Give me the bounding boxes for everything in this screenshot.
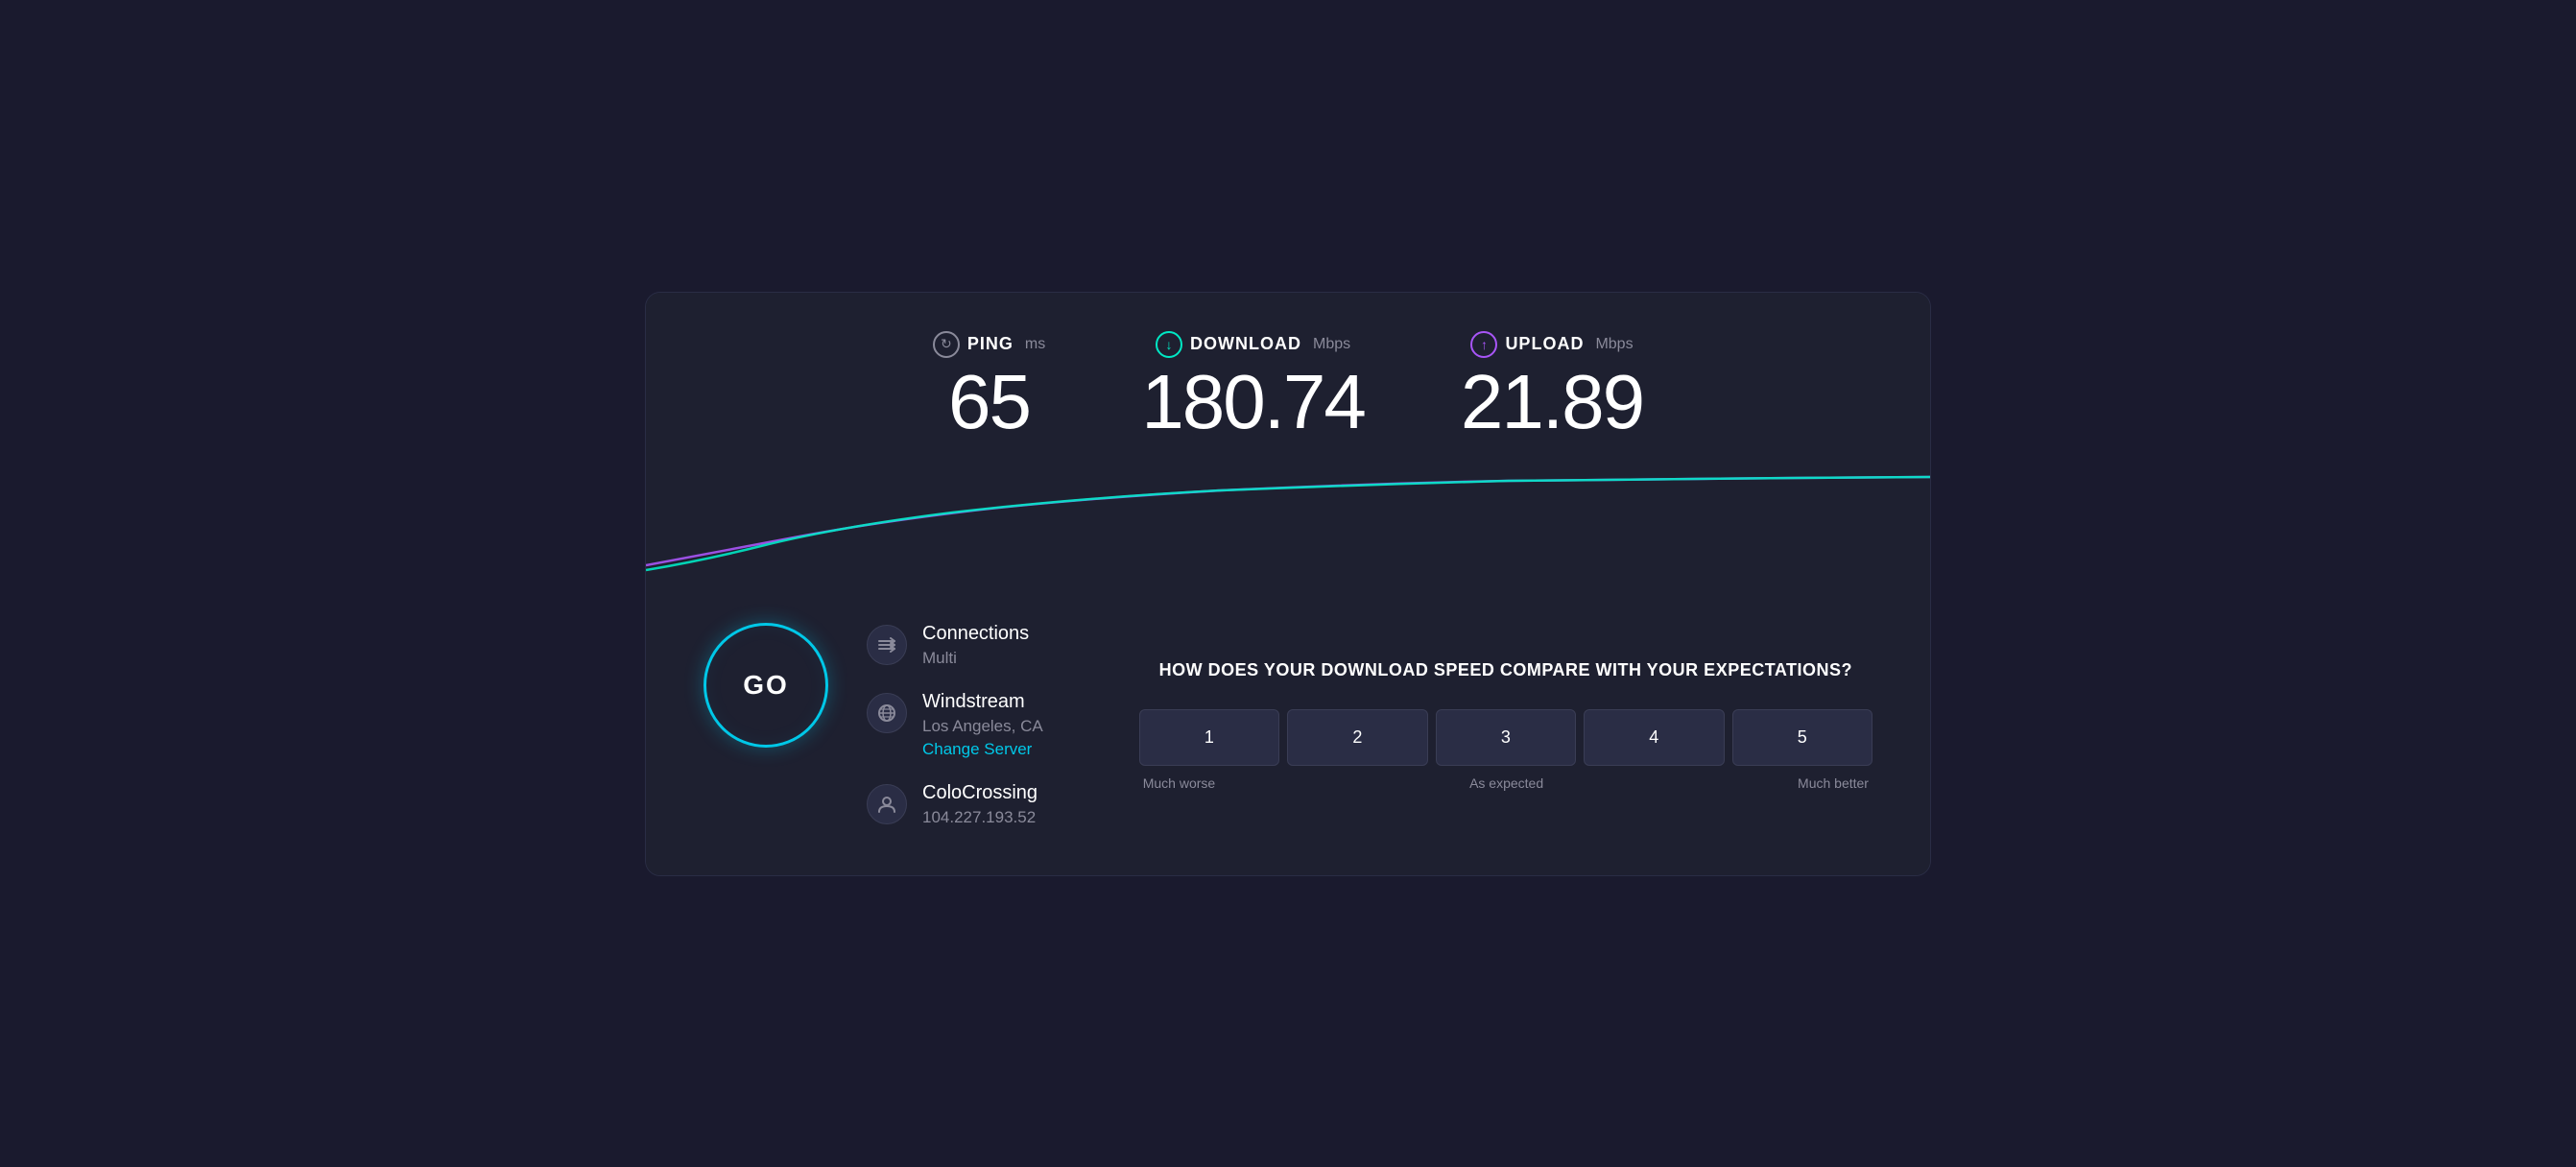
rating-btn-5[interactable]: 5 [1732, 709, 1872, 766]
ping-label: PING [967, 334, 1014, 354]
isp-title: Windstream [922, 691, 1043, 713]
download-header: ↓ DOWNLOAD Mbps [1141, 331, 1365, 358]
connections-item: Connections Multi [867, 623, 1043, 668]
upload-unit: Mbps [1595, 336, 1633, 353]
rating-label-left: Much worse [1143, 775, 1215, 791]
ping-icon: ↻ [933, 331, 960, 358]
upload-stat: ↑ UPLOAD Mbps 21.89 [1461, 331, 1643, 441]
upload-icon: ↑ [1470, 331, 1497, 358]
host-title: ColoCrossing [922, 782, 1038, 804]
connections-value: Multi [922, 649, 1029, 668]
connections-icon [867, 625, 907, 665]
speedtest-app: ↻ PING ms 65 ↓ DOWNLOAD Mbps 180.74 ↑ UP… [645, 292, 1931, 876]
download-stat: ↓ DOWNLOAD Mbps 180.74 [1141, 331, 1365, 441]
host-item: ColoCrossing 104.227.193.52 [867, 782, 1043, 827]
go-button[interactable]: GO [704, 623, 828, 748]
connections-title: Connections [922, 623, 1029, 645]
host-icon [867, 784, 907, 824]
left-section: GO [704, 623, 1043, 827]
go-button-label: GO [743, 670, 789, 701]
download-value: 180.74 [1141, 364, 1365, 441]
speed-graph [646, 469, 1930, 584]
stats-row: ↻ PING ms 65 ↓ DOWNLOAD Mbps 180.74 ↑ UP… [646, 293, 1930, 469]
isp-text: Windstream Los Angeles, CA Change Server [922, 691, 1043, 759]
host-ip: 104.227.193.52 [922, 808, 1038, 827]
download-unit: Mbps [1313, 336, 1350, 353]
info-list: Connections Multi [867, 623, 1043, 827]
rating-btn-3[interactable]: 3 [1436, 709, 1576, 766]
ping-stat: ↻ PING ms 65 [933, 331, 1045, 441]
rating-btn-1[interactable]: 1 [1139, 709, 1279, 766]
rating-buttons: 1 2 3 4 5 [1139, 709, 1872, 766]
go-button-wrapper: GO [704, 623, 828, 748]
ping-unit: ms [1025, 336, 1045, 353]
right-section: HOW DOES YOUR DOWNLOAD SPEED COMPARE WIT… [1101, 623, 1872, 827]
host-text: ColoCrossing 104.227.193.52 [922, 782, 1038, 827]
isp-item: Windstream Los Angeles, CA Change Server [867, 691, 1043, 759]
connections-text: Connections Multi [922, 623, 1029, 668]
download-icon: ↓ [1156, 331, 1182, 358]
upload-header: ↑ UPLOAD Mbps [1461, 331, 1643, 358]
rating-label-center: As expected [1469, 775, 1543, 791]
rating-labels: Much worse As expected Much better [1139, 775, 1872, 791]
rating-container: 1 2 3 4 5 Much worse As expected Much be… [1139, 709, 1872, 791]
upload-label: UPLOAD [1505, 334, 1584, 354]
isp-icon [867, 693, 907, 733]
rating-btn-4[interactable]: 4 [1584, 709, 1724, 766]
rating-label-right: Much better [1798, 775, 1869, 791]
survey-title: HOW DOES YOUR DOWNLOAD SPEED COMPARE WIT… [1139, 658, 1872, 682]
change-server-link[interactable]: Change Server [922, 740, 1043, 759]
download-label: DOWNLOAD [1190, 334, 1301, 354]
ping-header: ↻ PING ms [933, 331, 1045, 358]
ping-value: 65 [933, 364, 1045, 441]
rating-btn-2[interactable]: 2 [1287, 709, 1427, 766]
isp-location: Los Angeles, CA [922, 717, 1043, 736]
main-content: GO [646, 584, 1930, 875]
upload-value: 21.89 [1461, 364, 1643, 441]
